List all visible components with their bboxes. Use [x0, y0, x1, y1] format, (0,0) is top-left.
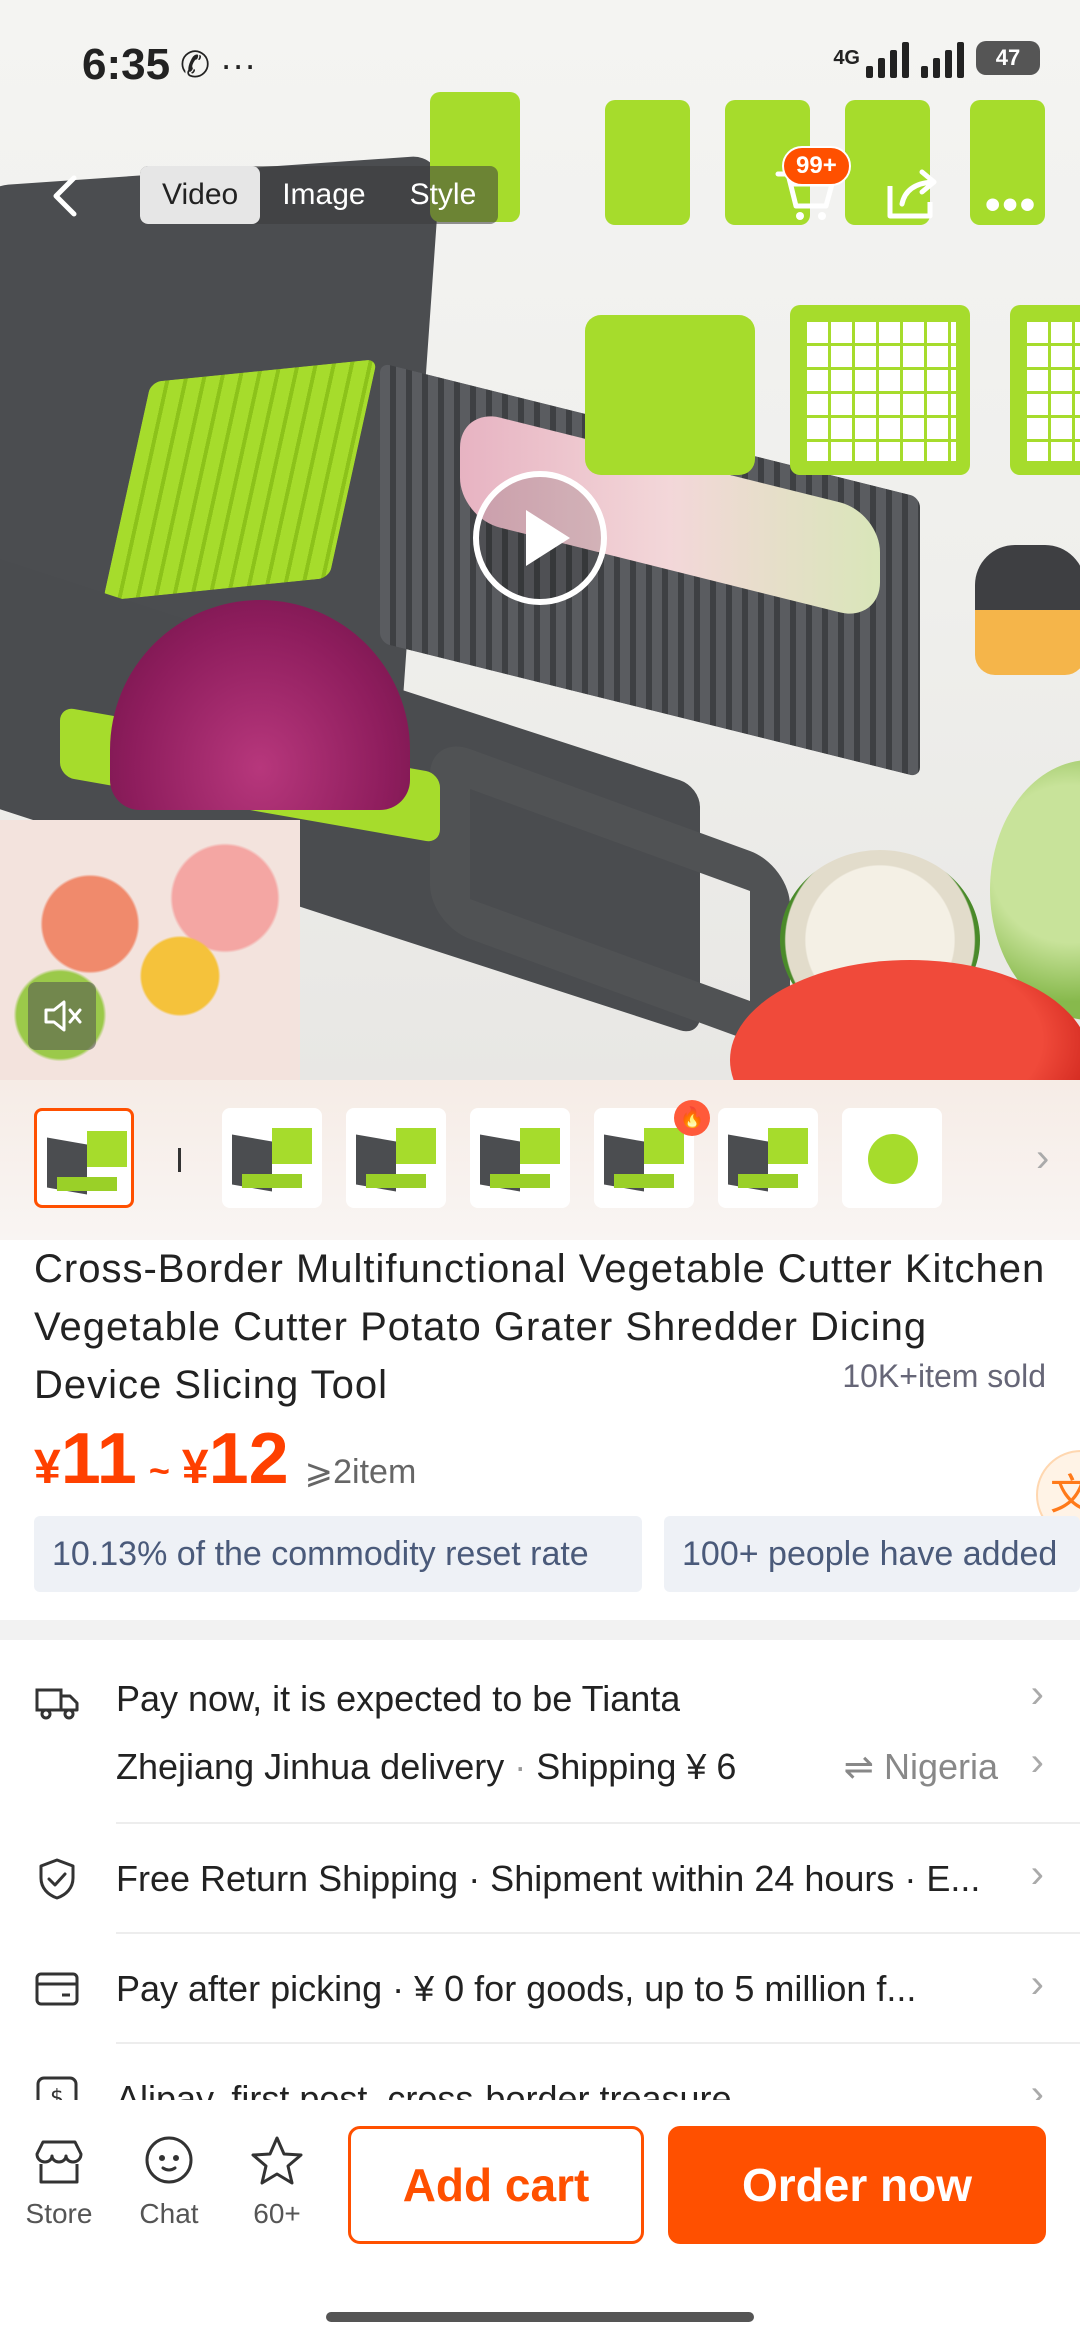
store-button[interactable]: Store — [4, 2134, 114, 2230]
play-video-icon[interactable] — [470, 468, 610, 608]
cart-count-badge: 99+ — [782, 146, 851, 186]
product-image-round-cutter — [585, 315, 755, 475]
price-separator: ~ — [148, 1450, 170, 1491]
returns-info: Free Return Shipping · Shipment within 2… — [116, 1858, 981, 1899]
shipping-estimate: Pay now, it is expected to be Tianta — [116, 1678, 681, 1719]
card-icon — [35, 1972, 79, 2006]
chevron-right-icon: › — [1030, 1962, 1044, 2006]
shipping-fee: Shipping ¥ 6 — [536, 1746, 737, 1787]
added-people-chip: 100+ people have added — [664, 1516, 1080, 1592]
thumbnail-strip: 🔥 › — [0, 1080, 1080, 1240]
product-image-hand-chopper — [975, 545, 1080, 675]
back-arrow-icon[interactable] — [40, 168, 96, 224]
chevron-right-icon: › — [1030, 1852, 1044, 1896]
fire-icon: 🔥 — [674, 1100, 710, 1136]
tab-image[interactable]: Image — [260, 166, 387, 224]
store-label: Store — [25, 2198, 93, 2229]
status-time: 6:35 — [82, 40, 171, 89]
product-image-dicing-grid-small — [1010, 305, 1080, 475]
pay-after-picking-info: Pay after picking · ¥ 0 for goods, up to… — [116, 1968, 917, 2009]
chevron-right-icon[interactable]: › — [1036, 1136, 1049, 1181]
divider — [116, 2042, 1080, 2044]
battery-icon: 47 — [976, 41, 1040, 75]
shield-check-icon — [39, 1858, 75, 1900]
store-icon — [35, 2140, 83, 2184]
product-media-viewer[interactable]: 6:35 ✆ ··· 4G 47 Video Image Style 99+ •… — [0, 0, 1080, 1080]
divider — [116, 1822, 1080, 1824]
home-indicator[interactable] — [326, 2312, 754, 2322]
status-notification-icons: ✆ ··· — [180, 44, 257, 85]
minimum-order: ⩾2item — [304, 1453, 417, 1491]
status-indicators: 4G 47 — [833, 38, 1040, 78]
chat-icon — [145, 2136, 193, 2184]
shipping-origin: Zhejiang Jinhua delivery — [116, 1746, 505, 1787]
alipay-info: Alipay, first post, cross-border treasur… — [116, 2078, 732, 2100]
bottom-action-bar: Store Chat 60+ Add cart Order now — [0, 2100, 1080, 2340]
chevron-right-icon: › — [1030, 1672, 1044, 1716]
svg-text:$: $ — [50, 2086, 64, 2100]
truck-icon — [35, 1688, 79, 1720]
price-high: 12 — [208, 1419, 289, 1499]
star-icon — [251, 2136, 303, 2185]
signal-icon — [866, 38, 909, 78]
sold-count: 10K+item sold — [842, 1358, 1046, 1394]
share-icon[interactable] — [880, 164, 942, 226]
add-to-cart-button[interactable]: Add cart — [348, 2126, 644, 2244]
favorite-button[interactable]: 60+ — [222, 2134, 332, 2230]
price-low: 11 — [60, 1419, 137, 1499]
divider — [116, 1932, 1080, 1934]
reset-rate-chip: 10.13% of the commodity reset rate — [34, 1516, 642, 1592]
product-info: Cross-Border Multifunctional Vegetable C… — [0, 1240, 1080, 1620]
mute-button[interactable] — [28, 982, 96, 1050]
chevron-right-icon: › — [1030, 1740, 1044, 1784]
order-now-button[interactable]: Order now — [668, 2126, 1046, 2244]
more-options-icon[interactable]: ••• — [985, 180, 1037, 230]
destination-country[interactable]: ⇌ Nigeria — [844, 1746, 998, 1788]
tab-video[interactable]: Video — [140, 166, 261, 224]
thumbnail-image[interactable] — [470, 1108, 570, 1208]
thumbnail-image[interactable] — [842, 1108, 942, 1208]
top-navigation: Video Image Style 99+ ••• — [0, 146, 1080, 230]
dollar-shield-icon: $ — [36, 2076, 78, 2100]
media-tabs: Video Image Style — [140, 166, 499, 224]
status-bar: 6:35 ✆ ··· 4G 47 — [0, 0, 1080, 130]
favorite-count: 60+ — [253, 2198, 301, 2229]
currency-symbol: ¥ — [34, 1441, 61, 1494]
service-list: Pay now, it is expected to be Tianta › Z… — [0, 1640, 1080, 2100]
product-image-dicing-grid — [790, 305, 970, 475]
network-type: 4G — [833, 47, 860, 69]
thumbnail-image[interactable] — [718, 1108, 818, 1208]
thumbnail-video[interactable] — [34, 1108, 134, 1208]
speaker-muted-icon — [44, 1000, 82, 1032]
separator-dot: · — [504, 1746, 537, 1787]
chevron-right-icon: › — [1030, 2072, 1044, 2100]
currency-symbol: ¥ — [181, 1441, 209, 1494]
signal-icon-secondary — [921, 38, 964, 78]
price-range: ¥ 11 ~ ¥ 12 ⩾2item — [34, 1418, 416, 1500]
thumbnail-image[interactable] — [346, 1108, 446, 1208]
chat-button[interactable]: Chat — [114, 2134, 224, 2230]
chat-label: Chat — [139, 2198, 199, 2229]
tab-style[interactable]: Style — [388, 166, 499, 224]
shipping-origin-fee: Zhejiang Jinhua delivery · Shipping ¥ 6 — [116, 1746, 736, 1788]
thumbnail-separator — [178, 1148, 181, 1172]
thumbnail-image[interactable] — [222, 1108, 322, 1208]
